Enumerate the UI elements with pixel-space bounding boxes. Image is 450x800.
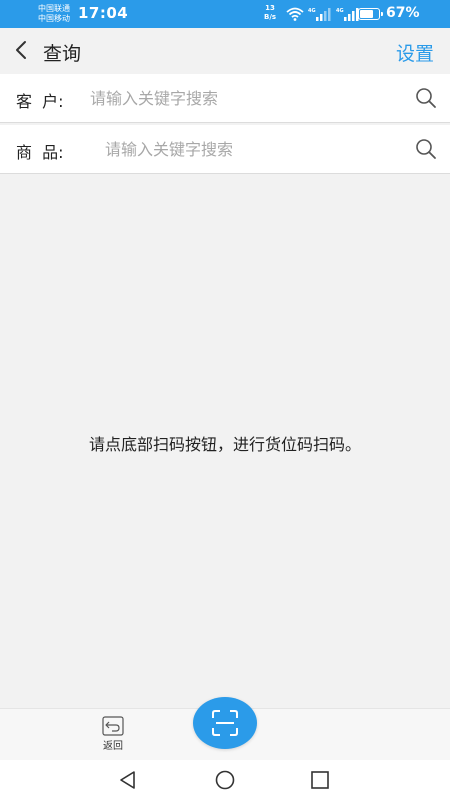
settings-button[interactable]: 设置 xyxy=(396,39,434,66)
customer-search-row: 客 户: xyxy=(0,74,450,123)
network-speed: 13 B/s xyxy=(264,4,276,22)
return-label: 返回 xyxy=(103,741,123,752)
customer-search-input[interactable] xyxy=(90,84,390,112)
product-label: 商 品: xyxy=(16,143,64,162)
battery-icon xyxy=(358,8,383,20)
carrier-names: 中国联通 中国移动 xyxy=(38,4,70,24)
status-icons: 4G 4G xyxy=(286,6,360,22)
scan-button[interactable] xyxy=(193,697,257,749)
main-content: 请点底部扫码按钮，进行货位码扫码。 xyxy=(0,175,450,708)
scan-icon xyxy=(212,710,238,736)
signal-2-icon: 4G xyxy=(336,8,359,21)
status-bar: 中国联通 中国移动 17:04 13 B/s 4G 4G 67% xyxy=(0,0,450,28)
nav-back-icon[interactable] xyxy=(118,770,138,790)
clock: 17:04 xyxy=(78,4,129,22)
signal-1-icon: 4G xyxy=(308,8,331,21)
product-search-input[interactable] xyxy=(105,135,390,163)
product-search-row: 商 品: xyxy=(0,125,450,174)
header: 查询 设置 xyxy=(0,28,450,74)
carrier-1: 中国联通 xyxy=(38,4,70,13)
wifi-icon xyxy=(286,7,304,21)
search-icon[interactable] xyxy=(414,86,438,110)
svg-text:4G: 4G xyxy=(336,8,344,14)
page-title: 查询 xyxy=(43,43,82,65)
nav-recent-apps-icon[interactable] xyxy=(311,771,329,789)
customer-label: 客 户: xyxy=(16,92,64,111)
scan-hint-text: 请点底部扫码按钮，进行货位码扫码。 xyxy=(88,435,361,454)
nav-home-icon[interactable] xyxy=(214,770,236,790)
return-icon xyxy=(102,716,124,736)
battery-percent: 67% xyxy=(386,5,420,21)
search-icon[interactable] xyxy=(414,137,438,161)
network-speed-value: 13 xyxy=(265,4,275,12)
svg-text:4G: 4G xyxy=(308,8,316,14)
return-button[interactable]: 返回 xyxy=(93,716,133,758)
system-navigation-bar xyxy=(0,760,450,800)
carrier-2: 中国移动 xyxy=(38,14,70,23)
network-speed-unit: B/s xyxy=(264,13,277,21)
battery-fill xyxy=(360,10,374,18)
back-arrow-icon[interactable] xyxy=(10,38,34,62)
